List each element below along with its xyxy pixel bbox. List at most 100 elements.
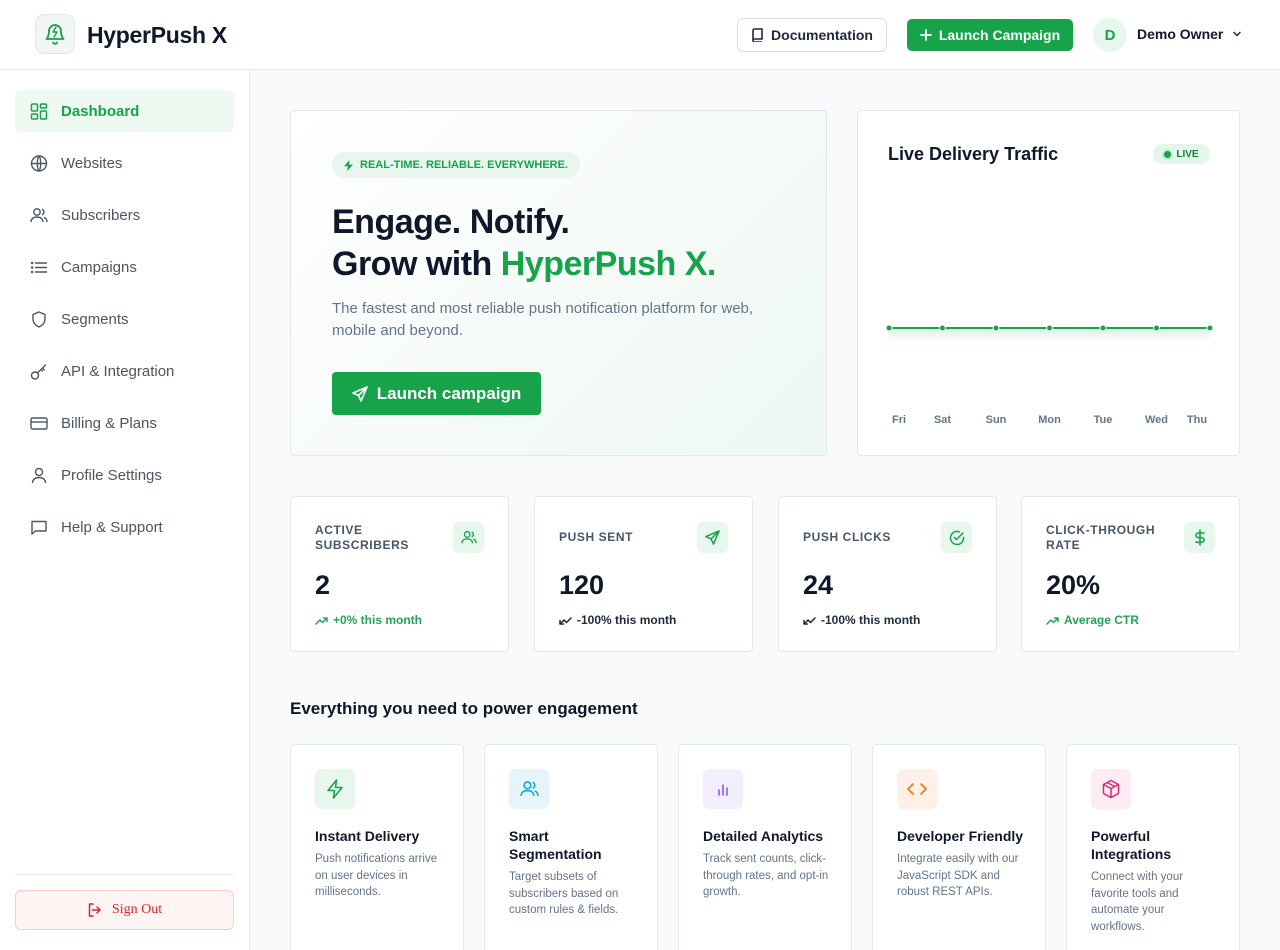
documentation-button[interactable]: Documentation (737, 18, 887, 52)
sidebar-item-label: Websites (61, 154, 123, 172)
launch-campaign-cta[interactable]: Launch campaign (332, 372, 541, 415)
sidebar-item-label: Dashboard (61, 102, 140, 120)
feature-description: Track sent counts, click-through rates, … (703, 853, 829, 898)
sidebar-item-label: Profile Settings (61, 466, 162, 484)
chart-point[interactable] (1099, 324, 1107, 332)
sidebar-item-profile-settings[interactable]: Profile Settings (15, 454, 234, 496)
sidebar: Dashboard Websites Subscribers Campaigns… (0, 70, 250, 950)
app-title: HyperPush X (87, 22, 227, 48)
cube-icon (1091, 769, 1131, 809)
chart-point[interactable] (1206, 324, 1214, 332)
headline-accent: HyperPush X. (500, 245, 717, 283)
stat-label: ACTIVE SUBSCRIBERS (315, 523, 409, 552)
send-icon (351, 385, 368, 402)
hero-headline: Engage. Notify. Grow with HyperPush X. (332, 201, 716, 285)
sidebar-item-label: Campaigns (61, 258, 137, 276)
sidebar-item-help-support[interactable]: Help & Support (15, 506, 234, 548)
features-section-title: Everything you need to power engagement (290, 699, 638, 718)
send-icon (697, 522, 728, 553)
list-icon (30, 261, 48, 273)
chart-point[interactable] (1153, 324, 1160, 332)
sidebar-item-label: Subscribers (61, 206, 141, 224)
top-header: HyperPush X Documentation Launch Campaig… (0, 0, 1280, 70)
sidebar-item-campaigns[interactable]: Campaigns (15, 246, 234, 288)
launch-campaign-button[interactable]: Launch Campaign (907, 19, 1073, 51)
feature-card-powerful-integrations: Powerful Integrations Connect with your … (1066, 744, 1240, 950)
stat-trend: -100% this month (803, 613, 920, 627)
feature-description: Target subsets of subscribers based on c… (509, 871, 619, 916)
sidebar-item-api-integration[interactable]: API & Integration (15, 350, 234, 392)
users-icon (453, 522, 484, 553)
users-icon (509, 769, 549, 809)
hero-badge: REAL-TIME. RELIABLE. EVERYWHERE. (332, 152, 580, 178)
headline-line1: Engage. Notify. (332, 203, 570, 241)
feature-description: Connect with your favorite tools and aut… (1091, 871, 1184, 933)
sign-out-button[interactable]: Sign Out (15, 890, 234, 930)
feature-title: Smart Segmentation (509, 828, 602, 862)
sidebar-item-billing-plans[interactable]: Billing & Plans (15, 402, 234, 444)
chevron-down-icon[interactable] (1231, 28, 1243, 40)
x-tick-label: Fri (892, 414, 906, 426)
feature-description: Push notifications arrive on user device… (315, 853, 438, 898)
trending-down-icon (559, 616, 572, 625)
trending-down-icon (803, 616, 816, 625)
feature-card-smart-segmentation: Smart Segmentation Target subsets of sub… (484, 744, 658, 950)
hero-badge-text: REAL-TIME. RELIABLE. EVERYWHERE. (360, 159, 568, 171)
x-tick-label: Wed (1145, 414, 1168, 426)
chat-icon (31, 520, 47, 535)
feature-title: Detailed Analytics (703, 828, 824, 844)
trending-up-icon (1046, 616, 1059, 625)
feature-description: Integrate easily with our JavaScript SDK… (897, 853, 1019, 898)
x-tick-label: Sat (934, 414, 951, 426)
sidebar-item-label: API & Integration (61, 362, 175, 380)
x-tick-label: Mon (1038, 414, 1061, 426)
stat-card-push-sent: PUSH SENT 120 -100% this month (534, 496, 753, 652)
traffic-line-chart: Fri Sat Sun Mon Tue Wed Thu (885, 324, 1214, 426)
hero-description: The fastest and most reliable push notif… (332, 300, 754, 339)
stat-label: PUSH SENT (559, 530, 634, 544)
stat-value: 2 (315, 570, 331, 600)
avatar[interactable]: D (1093, 18, 1127, 52)
stat-label: CLICK-THROUGH RATE (1046, 523, 1156, 552)
feature-card-detailed-analytics: Detailed Analytics Track sent counts, cl… (678, 744, 852, 950)
stat-value: 120 (559, 570, 605, 600)
stat-card-active-subscribers: ACTIVE SUBSCRIBERS 2 +0% this month (290, 496, 509, 652)
sidebar-divider (15, 874, 234, 875)
sidebar-item-label: Help & Support (61, 518, 163, 536)
logout-icon (88, 903, 101, 917)
bar-chart-icon (703, 769, 743, 809)
stat-value: 24 (803, 570, 834, 600)
feature-title: Powerful Integrations (1091, 828, 1172, 862)
feature-title: Instant Delivery (315, 828, 420, 844)
feature-card-developer-friendly: Developer Friendly Integrate easily with… (872, 744, 1046, 950)
stat-trend: Average CTR (1046, 613, 1139, 627)
lightning-icon (315, 769, 355, 809)
sidebar-item-subscribers[interactable]: Subscribers (15, 194, 234, 236)
check-circle-icon (941, 522, 972, 553)
chart-point[interactable] (992, 324, 1000, 332)
chart-point[interactable] (1046, 324, 1053, 332)
key-icon (30, 363, 47, 380)
hero-card: REAL-TIME. RELIABLE. EVERYWHERE. Engage.… (290, 110, 827, 456)
live-traffic-card: Live Delivery Traffic LIVE Fri Sat Sun Mon T… (857, 110, 1240, 456)
stat-card-click-through-rate: CLICK-THROUGH RATE 20% Average CTR (1021, 496, 1240, 652)
stat-label: PUSH CLICKS (803, 530, 891, 544)
credit-card-icon (30, 416, 48, 430)
x-tick-label: Thu (1187, 414, 1207, 426)
chart-point[interactable] (939, 324, 946, 332)
dollar-icon (1184, 522, 1215, 553)
stat-trend-text: Average CTR (1064, 613, 1139, 627)
bell-logo-icon[interactable] (35, 14, 75, 54)
feature-title: Developer Friendly (897, 828, 1024, 844)
chart-point[interactable] (885, 324, 893, 332)
sidebar-item-dashboard[interactable]: Dashboard (15, 90, 234, 132)
stat-trend: +0% this month (315, 613, 422, 627)
stat-trend-text: +0% this month (333, 613, 423, 627)
sign-out-label: Sign Out (111, 902, 163, 917)
x-tick-label: Tue (1094, 414, 1113, 426)
globe-icon (30, 154, 48, 172)
user-name[interactable]: Demo Owner (1137, 26, 1223, 42)
sidebar-item-segments[interactable]: Segments (15, 298, 234, 340)
sidebar-item-websites[interactable]: Websites (15, 142, 234, 184)
documentation-label: Documentation (771, 27, 873, 43)
